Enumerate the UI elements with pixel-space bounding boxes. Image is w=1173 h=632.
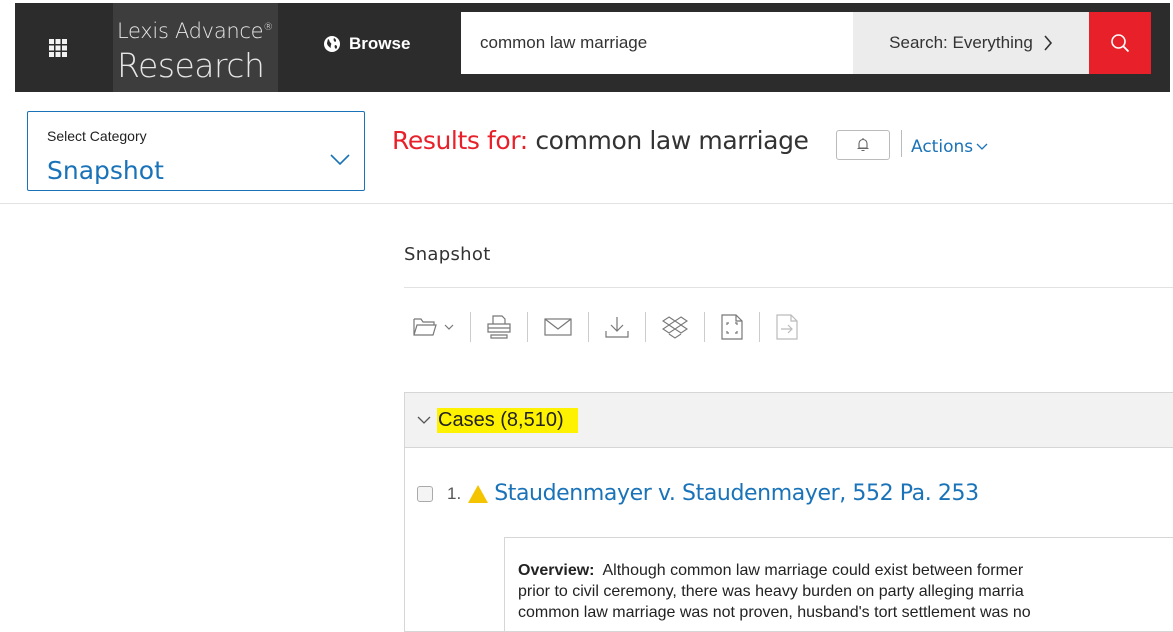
brand-name: Lexis Advance® <box>117 19 273 43</box>
toolbar-divider <box>645 312 646 342</box>
search-scope-label: Search: Everything <box>889 33 1033 52</box>
alert-button[interactable] <box>836 130 890 160</box>
overview-line: Overview: Although common law marriage c… <box>518 560 1173 581</box>
section-heading: Snapshot <box>404 244 491 265</box>
search-input[interactable] <box>461 12 853 74</box>
chevron-right-icon <box>1044 35 1052 51</box>
divider <box>901 130 902 157</box>
overview-text: Although common law marriage could exist… <box>602 562 1024 579</box>
search-icon <box>1111 34 1130 53</box>
chevron-down-icon <box>330 154 350 166</box>
cases-panel: Cases (8,510) 1. Staudenmayer v. Stauden… <box>404 392 1173 632</box>
export-icon <box>776 314 798 340</box>
overview-label: Overview: <box>518 562 595 579</box>
chevron-down-icon <box>444 324 454 330</box>
results-query: common law marriage <box>535 126 809 155</box>
case-title-link[interactable]: Staudenmayer v. Staudenmayer, 552 Pa. 25… <box>494 481 979 506</box>
select-checkbox[interactable] <box>417 485 433 502</box>
dropbox-button[interactable] <box>662 309 688 345</box>
download-button[interactable] <box>605 309 629 345</box>
actions-label: Actions <box>911 137 974 157</box>
toolbar-divider <box>759 312 760 342</box>
brand-logo[interactable]: Lexis Advance® Research <box>113 3 278 92</box>
print-icon <box>487 315 511 339</box>
dropbox-icon <box>662 316 688 339</box>
divider <box>404 287 1173 288</box>
warning-icon[interactable] <box>467 484 489 504</box>
cases-section-toggle[interactable]: Cases (8,510) <box>405 393 1173 448</box>
full-screen-icon <box>721 314 743 340</box>
export-button[interactable] <box>776 309 798 345</box>
chevron-down-icon <box>976 143 988 150</box>
category-value: Snapshot <box>47 156 164 185</box>
actions-menu[interactable]: Actions <box>911 137 988 157</box>
category-label: Select Category <box>47 128 147 144</box>
apps-grid-icon <box>48 38 67 57</box>
search-scope-button[interactable]: Search: Everything <box>853 12 1089 74</box>
overview-line: common law marriage was not proven, husb… <box>518 604 1031 621</box>
top-bar: Lexis Advance® Research Browse Search: E… <box>0 0 1173 95</box>
brand-product: Research <box>117 46 265 85</box>
email-button[interactable] <box>544 309 572 345</box>
apps-menu-button[interactable] <box>15 3 100 92</box>
search-button[interactable] <box>1089 12 1151 74</box>
results-toolbar <box>413 309 798 345</box>
folder-icon <box>413 318 437 336</box>
toolbar-divider <box>470 312 471 342</box>
result-number: 1. <box>447 483 462 503</box>
cases-title: Cases (8,510) <box>437 407 578 433</box>
result-item: 1. Staudenmayer v. Staudenmayer, 552 Pa.… <box>417 481 979 506</box>
download-icon <box>605 317 629 338</box>
globe-icon <box>324 36 340 52</box>
overview-line: prior to civil ceremony, there was heavy… <box>518 583 1024 600</box>
folder-button[interactable] <box>413 309 454 345</box>
full-view-button[interactable] <box>721 309 743 345</box>
divider <box>0 203 1173 204</box>
category-select[interactable]: Select Category Snapshot <box>27 111 365 191</box>
results-prefix: Results for: <box>392 126 528 155</box>
browse-label: Browse <box>349 34 411 53</box>
toolbar-divider <box>527 312 528 342</box>
toolbar-divider <box>704 312 705 342</box>
browse-button[interactable]: Browse <box>323 34 410 54</box>
chevron-down-icon <box>417 416 431 424</box>
case-overview: Overview: Although common law marriage c… <box>504 537 1173 631</box>
print-button[interactable] <box>487 309 511 345</box>
toolbar-divider <box>588 312 589 342</box>
bell-icon <box>857 138 869 152</box>
email-icon <box>544 318 572 336</box>
results-title: Results for: common law marriage <box>392 126 809 155</box>
